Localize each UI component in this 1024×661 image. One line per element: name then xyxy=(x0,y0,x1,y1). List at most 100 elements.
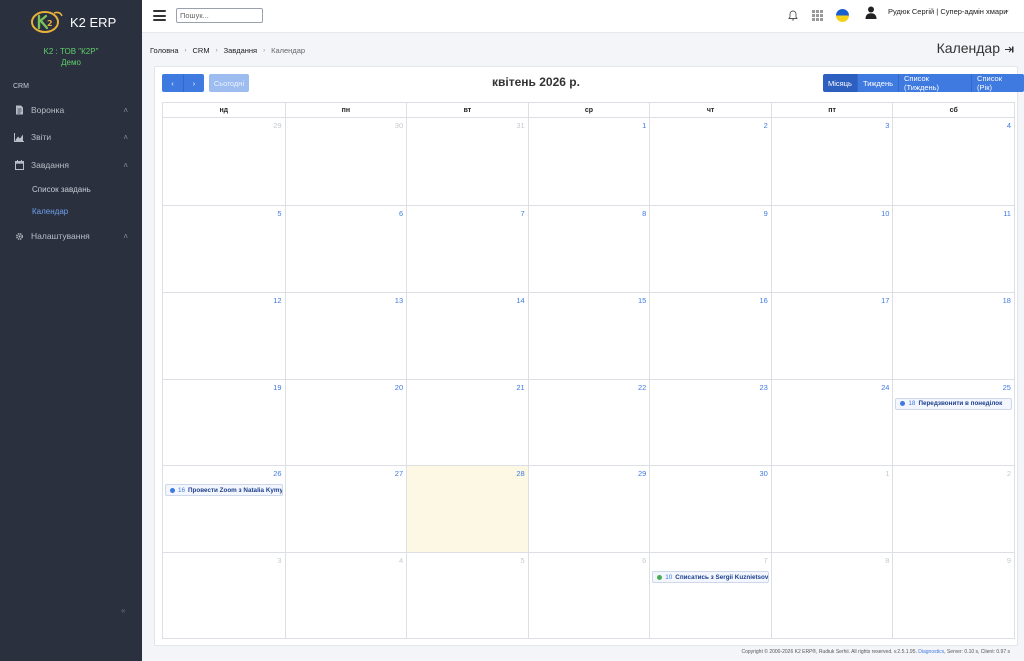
day-number[interactable]: 9 xyxy=(764,209,768,218)
day-cell[interactable]: 1 xyxy=(770,465,893,553)
day-number[interactable]: 16 xyxy=(760,296,768,305)
day-number[interactable]: 29 xyxy=(638,469,646,478)
sidebar-subitem-calendar[interactable]: Календар xyxy=(32,207,68,216)
day-cell[interactable]: 17 xyxy=(770,291,893,379)
day-number[interactable]: 20 xyxy=(395,383,403,392)
day-number[interactable]: 5 xyxy=(277,209,281,218)
breadcrumb-crm[interactable]: CRM xyxy=(193,46,210,55)
day-cell[interactable]: 9 xyxy=(892,552,1014,639)
day-number[interactable]: 12 xyxy=(273,296,281,305)
breadcrumb-home[interactable]: Головна xyxy=(150,46,179,55)
day-cell[interactable]: 2 xyxy=(892,465,1014,553)
day-number[interactable]: 30 xyxy=(760,469,768,478)
search-input[interactable] xyxy=(176,8,263,23)
day-cell[interactable]: 11 xyxy=(892,204,1014,292)
day-cell[interactable]: 30 xyxy=(649,465,771,553)
day-cell[interactable]: 27 xyxy=(284,465,407,553)
breadcrumb-tasks[interactable]: Завдання xyxy=(224,46,258,55)
day-number[interactable]: 9 xyxy=(1007,556,1011,565)
bell-icon[interactable] xyxy=(786,8,800,22)
view-month-button[interactable]: Місяць xyxy=(823,74,857,92)
day-cell[interactable]: 2 xyxy=(649,118,771,205)
day-number[interactable]: 2 xyxy=(764,121,768,130)
next-month-button[interactable]: › xyxy=(183,74,204,92)
day-cell[interactable]: 29 xyxy=(163,118,285,205)
day-cell[interactable]: 19 xyxy=(163,378,285,466)
day-cell[interactable]: 15 xyxy=(527,291,650,379)
prev-month-button[interactable]: ‹ xyxy=(162,74,183,92)
day-number[interactable]: 19 xyxy=(273,383,281,392)
day-cell[interactable]: 24 xyxy=(770,378,893,466)
day-number[interactable]: 13 xyxy=(395,296,403,305)
menu-toggle-icon[interactable] xyxy=(153,10,166,21)
day-cell[interactable]: 16 xyxy=(649,291,771,379)
day-cell[interactable]: 7 xyxy=(406,204,528,292)
day-cell[interactable]: 12 xyxy=(163,291,285,379)
day-cell[interactable]: 14 xyxy=(406,291,528,379)
sidebar-subitem-task-list[interactable]: Список завдань xyxy=(32,185,91,194)
day-number[interactable]: 30 xyxy=(395,121,403,130)
day-number[interactable]: 15 xyxy=(638,296,646,305)
ukraine-flag-icon[interactable] xyxy=(835,8,849,22)
day-cell-today[interactable]: 28 xyxy=(406,465,528,553)
day-number[interactable]: 10 xyxy=(881,209,889,218)
day-number[interactable]: 2 xyxy=(1007,469,1011,478)
day-cell[interactable]: 3 xyxy=(770,118,893,205)
day-cell[interactable]: 18 xyxy=(892,291,1014,379)
day-cell[interactable]: 4 xyxy=(284,552,407,639)
day-cell[interactable]: 22 xyxy=(527,378,650,466)
day-cell[interactable]: 20 xyxy=(284,378,407,466)
sidebar-item-tasks[interactable]: Завдання ˄ xyxy=(0,156,142,174)
day-cell[interactable]: 6 xyxy=(527,552,650,639)
view-week-button[interactable]: Тиждень xyxy=(856,74,898,92)
sidebar-item-funnel[interactable]: Воронка ˄ xyxy=(0,101,142,119)
day-cell[interactable]: 5 xyxy=(406,552,528,639)
view-list-year-button[interactable]: Список (Рік) xyxy=(971,74,1024,92)
calendar-event[interactable]: 16 Провести Zoom з Natalia Kymych xyxy=(165,484,283,497)
calendar-event[interactable]: 18 Передзвонити в понеділок xyxy=(895,397,1012,410)
user-name[interactable]: Рудюк Сергій | Супер-адмін хмари xyxy=(888,7,1007,16)
today-button[interactable]: Сьогодні xyxy=(209,74,249,92)
view-list-week-button[interactable]: Список (Тиждень) xyxy=(898,74,972,92)
day-number[interactable]: 4 xyxy=(399,556,403,565)
day-number[interactable]: 8 xyxy=(642,209,646,218)
day-number[interactable]: 7 xyxy=(521,209,525,218)
day-number[interactable]: 14 xyxy=(516,296,524,305)
day-number[interactable]: 26 xyxy=(273,469,281,478)
apps-grid-icon[interactable] xyxy=(810,8,824,22)
company-label[interactable]: K2 : ТОВ "К2Р" Демо xyxy=(0,46,142,68)
day-cell[interactable]: 23 xyxy=(649,378,771,466)
day-number[interactable]: 11 xyxy=(1003,209,1011,218)
day-cell[interactable]: 4 xyxy=(892,118,1014,205)
day-cell[interactable]: 3 xyxy=(163,552,285,639)
day-number[interactable]: 3 xyxy=(885,121,889,130)
day-cell[interactable]: 1 xyxy=(527,118,650,205)
day-number[interactable]: 6 xyxy=(399,209,403,218)
day-number[interactable]: 28 xyxy=(516,469,524,478)
day-cell[interactable]: 29 xyxy=(527,465,650,553)
day-number[interactable]: 23 xyxy=(760,383,768,392)
day-number[interactable]: 7 xyxy=(764,556,768,565)
day-number[interactable]: 22 xyxy=(638,383,646,392)
day-number[interactable]: 8 xyxy=(885,556,889,565)
day-cell[interactable]: 8 xyxy=(527,204,650,292)
day-number[interactable]: 1 xyxy=(885,469,889,478)
day-number[interactable]: 6 xyxy=(642,556,646,565)
day-cell[interactable]: 31 xyxy=(406,118,528,205)
day-cell[interactable]: 13 xyxy=(284,291,407,379)
day-cell[interactable]: 21 xyxy=(406,378,528,466)
day-cell[interactable]: 6 xyxy=(284,204,407,292)
day-number[interactable]: 21 xyxy=(516,383,524,392)
day-cell[interactable]: 10 xyxy=(770,204,893,292)
day-cell[interactable]: 5 xyxy=(163,204,285,292)
chevron-down-icon[interactable]: ⌄ xyxy=(1004,6,1010,14)
sidebar-item-reports[interactable]: Звіти ˄ xyxy=(0,128,142,146)
day-cell[interactable]: 7 10 Списатись з Sergii Kuznietsov xyxy=(649,552,771,639)
day-number[interactable]: 31 xyxy=(516,121,524,130)
day-number[interactable]: 18 xyxy=(1003,296,1011,305)
page-action-icon[interactable] xyxy=(1005,46,1014,55)
day-number[interactable]: 4 xyxy=(1007,121,1011,130)
user-avatar-icon[interactable] xyxy=(864,5,878,19)
day-number[interactable]: 1 xyxy=(642,121,646,130)
day-number[interactable]: 3 xyxy=(277,556,281,565)
